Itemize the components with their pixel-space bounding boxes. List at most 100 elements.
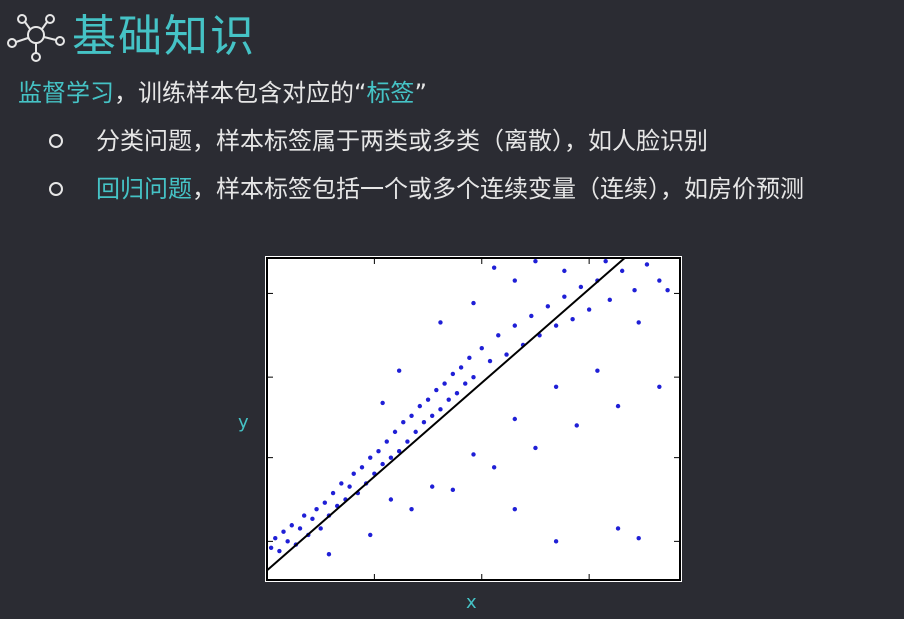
scatter-point	[446, 397, 451, 402]
intro-label-word: 标签	[366, 79, 415, 107]
intro-text-before: ，训练样本包含对应的“	[114, 79, 367, 107]
scatter-point	[644, 262, 650, 267]
scatter-point	[471, 374, 476, 380]
scatter-point	[434, 387, 439, 393]
scatter-point	[491, 265, 497, 270]
scatter-point	[636, 535, 641, 541]
scatter-point	[380, 461, 385, 467]
scatter-point	[326, 552, 332, 557]
scatter-point	[297, 526, 303, 531]
scatter-point	[339, 481, 344, 486]
scatter-point	[454, 391, 460, 396]
scatter-point	[619, 268, 625, 274]
scatter-point	[430, 413, 435, 418]
scatter-point	[438, 320, 443, 325]
scatter-point	[442, 381, 447, 386]
scatter-point	[657, 278, 662, 283]
scatter-point	[417, 403, 423, 409]
scatter-point	[636, 320, 641, 325]
scatter-point	[425, 397, 431, 402]
scatter-point	[438, 407, 443, 412]
scatter-point	[574, 423, 579, 428]
scatter-point	[380, 400, 385, 406]
intro-term: 监督学习	[18, 79, 114, 107]
bullet-text: 分类问题，样本标签属于两类或多类（离散），如人脸识别	[96, 124, 708, 158]
bullet-circle-icon	[46, 172, 66, 206]
scatter-point	[458, 365, 464, 370]
bullet-regression: 回归问题，样本标签包括一个或多个连续变量（连续），如房价预测	[46, 172, 804, 206]
scatter-point	[512, 416, 517, 422]
scatter-point	[553, 384, 559, 389]
scatter-point	[285, 539, 290, 544]
scatter-point	[277, 548, 282, 554]
scatter-point	[512, 323, 517, 328]
scatter-point	[553, 539, 559, 544]
scatter-point	[314, 506, 319, 512]
scatter-point	[533, 445, 538, 451]
scatter-point	[409, 413, 414, 418]
scatter-point	[632, 288, 637, 293]
scatter-point	[388, 497, 394, 502]
scatter-point	[392, 429, 398, 435]
scatter-point	[562, 268, 567, 274]
scatter-point	[359, 465, 365, 470]
x-axis-label: x	[466, 592, 477, 613]
scatter-point	[607, 297, 612, 303]
scatter-point	[289, 523, 294, 528]
scatter-plot-svg	[266, 257, 681, 581]
scatter-point	[467, 355, 472, 361]
scatter-point	[405, 439, 410, 444]
title-row: 基础知识	[6, 8, 256, 66]
scatter-point	[657, 384, 662, 389]
scatter-point	[586, 307, 592, 312]
scatter-point	[273, 535, 278, 541]
bullet-circle-icon	[46, 124, 66, 158]
scatter-point	[351, 471, 356, 476]
scatter-point	[318, 526, 323, 531]
scatter-point	[533, 259, 538, 264]
network-hub-icon	[7, 14, 65, 62]
scatter-point	[603, 259, 608, 264]
plot-frame	[266, 257, 681, 581]
scatter-point	[376, 449, 381, 454]
scatter-point	[491, 465, 497, 470]
bullet-body: ，样本标签包括一个或多个连续变量（连续），如房价预测	[192, 175, 804, 203]
scatter-point	[347, 484, 352, 489]
scatter-point	[301, 513, 307, 518]
scatter-point	[409, 506, 414, 512]
scatter-point	[268, 545, 274, 550]
scatter-point	[421, 420, 427, 425]
scatter-point	[545, 304, 551, 309]
intro-text-after: ”	[414, 79, 427, 107]
y-axis-label: y	[238, 412, 249, 433]
scatter-point	[471, 452, 476, 457]
scatter-point	[665, 288, 670, 293]
scatter-point	[396, 368, 402, 373]
scatter-point	[384, 439, 389, 444]
scatter-point	[562, 294, 567, 299]
scatter-point	[430, 484, 435, 489]
scatter-point	[595, 368, 600, 373]
scatter-point	[578, 284, 584, 290]
scatter-point	[281, 529, 286, 534]
scatter-point	[529, 313, 534, 319]
scatter-point	[570, 316, 575, 322]
bullet-classification: 分类问题，样本标签属于两类或多类（离散），如人脸识别	[46, 124, 708, 158]
scatter-point	[322, 500, 328, 505]
page-title: 基础知识	[72, 11, 256, 62]
scatter-point	[463, 381, 468, 386]
scatter-point	[504, 352, 509, 357]
scatter-point	[368, 532, 373, 538]
bullet-body: 分类问题，样本标签属于两类或多类（离散），如人脸识别	[96, 127, 708, 155]
scatter-point	[615, 526, 621, 531]
scatter-point	[487, 358, 493, 364]
scatter-point	[553, 323, 559, 328]
scatter-point	[471, 300, 476, 306]
scatter-point	[496, 333, 501, 338]
scatter-point	[413, 429, 418, 435]
scatter-point	[615, 403, 621, 409]
bullet-text: 回归问题，样本标签包括一个或多个连续变量（连续），如房价预测	[96, 172, 804, 206]
scatter-point	[330, 490, 336, 496]
scatter-point	[512, 506, 517, 512]
scatter-point	[512, 278, 517, 283]
